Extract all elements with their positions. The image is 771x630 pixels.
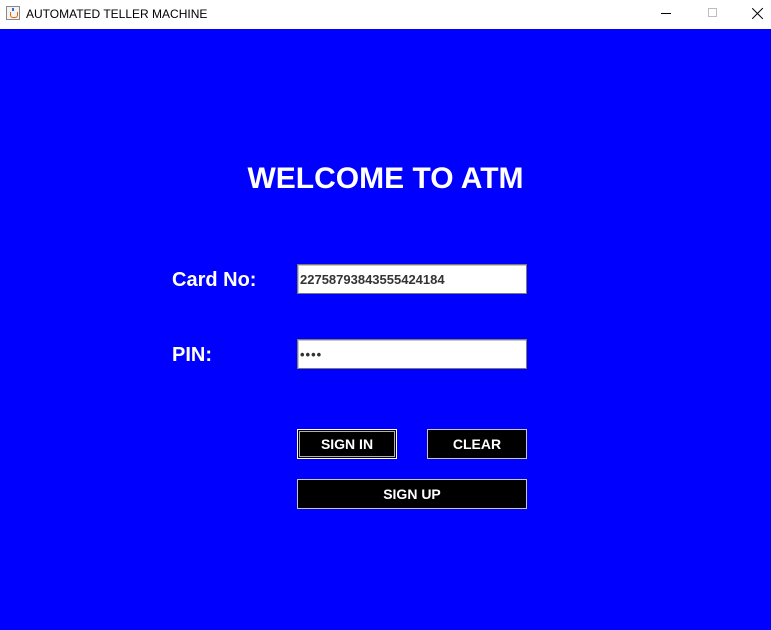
- window-title: AUTOMATED TELLER MACHINE: [26, 7, 208, 21]
- pin-label: PIN:: [172, 344, 212, 366]
- atm-window: AUTOMATED TELLER MACHINE WELCOME TO ATM …: [0, 0, 771, 630]
- title-bar[interactable]: AUTOMATED TELLER MACHINE: [0, 0, 771, 29]
- card-number-input[interactable]: [297, 264, 527, 294]
- login-panel: WELCOME TO ATM Card No: PIN: SIGN IN CLE…: [0, 29, 771, 630]
- sign-in-button[interactable]: SIGN IN: [297, 429, 397, 459]
- maximize-icon: [708, 8, 717, 17]
- close-icon: [751, 7, 764, 20]
- java-cup-icon: [6, 6, 20, 20]
- minimize-button[interactable]: [642, 0, 688, 29]
- welcome-heading: WELCOME TO ATM: [247, 162, 524, 195]
- clear-button[interactable]: CLEAR: [427, 429, 527, 459]
- card-number-label: Card No:: [172, 269, 257, 291]
- sign-up-button[interactable]: SIGN UP: [297, 479, 527, 509]
- close-button[interactable]: [734, 0, 771, 29]
- minimize-icon: [661, 13, 671, 14]
- pin-input[interactable]: [297, 339, 527, 369]
- maximize-button[interactable]: [688, 0, 734, 29]
